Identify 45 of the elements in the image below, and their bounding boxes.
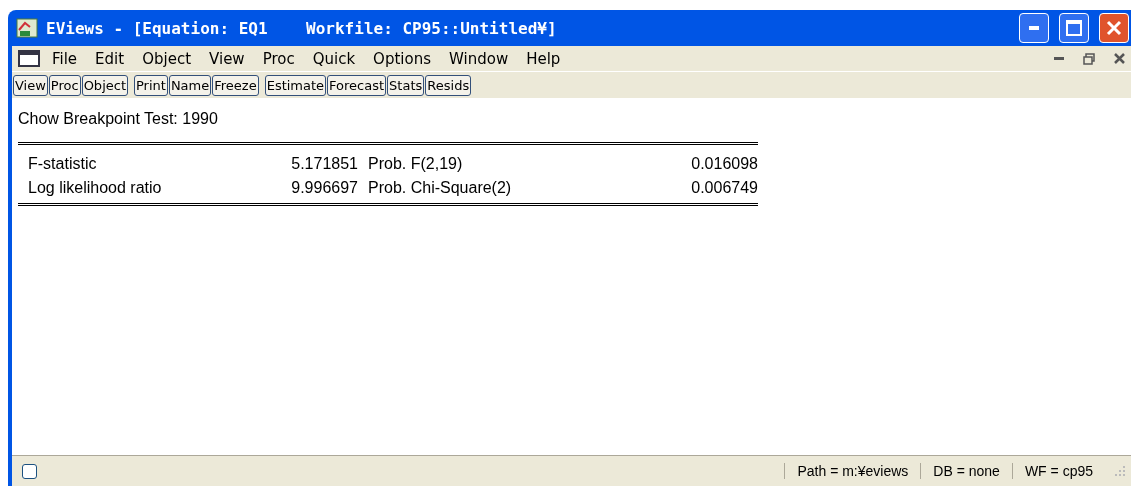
menu-item[interactable]: Options (367, 49, 437, 68)
menu-item[interactable]: File (46, 49, 84, 68)
menu-item[interactable]: Help (520, 49, 567, 68)
toolbar-button[interactable]: Proc (48, 74, 81, 96)
toolbar-button[interactable]: Object (81, 74, 128, 96)
table-cell-text: 9.996697 (290, 179, 358, 197)
toolbar-button[interactable]: Resids (425, 74, 472, 96)
table-cell-text: Prob. F(2,19) (367, 155, 464, 173)
toolbar-button[interactable]: Estimate (264, 74, 327, 96)
minimize-button[interactable] (1019, 13, 1049, 43)
table-cell-text: 5.171851 (290, 155, 358, 173)
document-icon[interactable] (18, 49, 40, 68)
toolbar-button[interactable]: View (13, 74, 48, 96)
table-cell-text: Prob. Chi-Square(2) (367, 179, 513, 197)
menu-item[interactable]: Proc (256, 49, 301, 68)
close-button[interactable] (1099, 13, 1129, 43)
close-icon (1106, 20, 1122, 36)
menu-item[interactable]: Object (136, 49, 198, 68)
toolbar-button[interactable]: Freeze (212, 74, 259, 96)
minimize-icon (1054, 57, 1064, 60)
toolbar-button[interactable]: Stats (387, 74, 425, 96)
toolbar-button[interactable]: Print (134, 74, 168, 96)
menu-item[interactable]: View (203, 49, 251, 68)
app-icon (16, 18, 38, 38)
table-cell-text: F-statistic (27, 155, 98, 173)
table-cell-text: Log likelihood ratio (27, 179, 163, 197)
minimize-icon (1029, 26, 1039, 30)
table-cell-text: 0.006749 (690, 179, 758, 197)
table-cell-text: 0.016098 (690, 155, 758, 173)
maximize-button[interactable] (1059, 13, 1089, 43)
menu-item[interactable]: Window (443, 49, 515, 68)
window-title: EViews - [Equation: EQ1 Workfile: CP95::Untitled¥] (46, 18, 558, 38)
restore-icon (1083, 52, 1095, 65)
resize-grip-icon[interactable] (1113, 464, 1127, 478)
close-icon (1113, 53, 1125, 64)
status-field: Path = m:¥eviews (784, 463, 921, 479)
menu-item[interactable]: Quick (306, 49, 362, 68)
toolbar-button[interactable]: Forecast (327, 74, 387, 96)
toolbar-button[interactable]: Name (168, 74, 212, 96)
status-checkbox[interactable] (22, 463, 37, 479)
status-field: WF = cp95 (1011, 463, 1105, 479)
menu-item[interactable]: Edit (89, 49, 131, 68)
output-title: Chow Breakpoint Test: 1990 (18, 110, 219, 128)
status-field: DB = none (920, 463, 1012, 479)
maximize-icon (1066, 20, 1082, 36)
